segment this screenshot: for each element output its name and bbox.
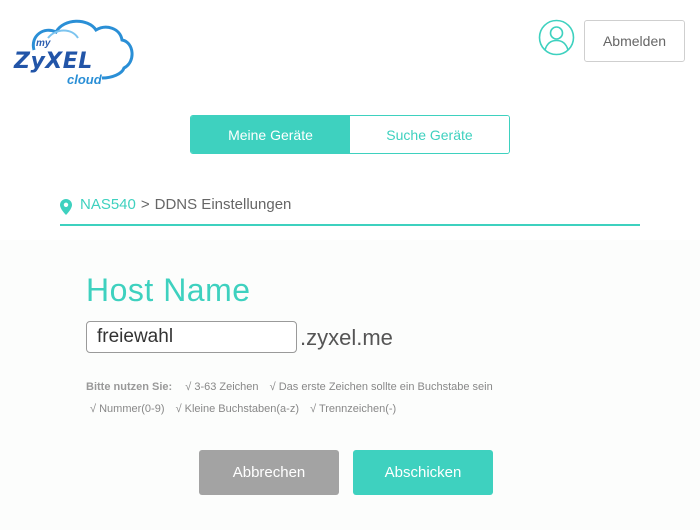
device-tabs: Meine Geräte Suche Geräte bbox=[190, 115, 510, 154]
hint-rule: √ Nummer(0-9) bbox=[90, 403, 165, 415]
tab-my-devices[interactable]: Meine Geräte bbox=[191, 116, 350, 153]
logo-my-text: my bbox=[36, 38, 51, 49]
host-name-input[interactable] bbox=[86, 321, 297, 353]
hint-rule: √ 3-63 Zeichen bbox=[185, 381, 259, 393]
tab-search-devices[interactable]: Suche Geräte bbox=[350, 116, 509, 153]
host-name-title: Host Name bbox=[86, 272, 251, 308]
hint-rule: √ Trennzeichen(-) bbox=[310, 403, 397, 415]
breadcrumb-device-link[interactable]: NAS540 bbox=[80, 196, 136, 213]
hint-rule: √ Das erste Zeichen sollte ein Buchstabe… bbox=[269, 381, 493, 393]
hint-rule: √ Kleine Buchstaben(a-z) bbox=[175, 403, 299, 415]
host-name-hints: Bitte nutzen Sie: √ 3-63 Zeichen √ Das e… bbox=[86, 376, 646, 420]
breadcrumb-separator: > bbox=[140, 196, 150, 213]
breadcrumb-current-page: DDNS Einstellungen bbox=[154, 196, 292, 213]
location-pin-icon bbox=[60, 199, 72, 215]
domain-suffix: .zyxel.me bbox=[300, 325, 393, 350]
logo-brand-text: ZyXEL bbox=[14, 49, 93, 74]
breadcrumb: NAS540 > DDNS Einstellungen bbox=[60, 196, 640, 226]
user-icon[interactable] bbox=[538, 19, 575, 56]
hints-label: Bitte nutzen Sie: bbox=[86, 381, 173, 393]
logo-cloud-text: cloud bbox=[67, 72, 102, 87]
logout-button[interactable]: Abmelden bbox=[584, 20, 685, 62]
zyxel-cloud-logo[interactable]: my ZyXEL cloud bbox=[12, 16, 136, 87]
cancel-button[interactable]: Abbrechen bbox=[199, 450, 339, 495]
submit-button[interactable]: Abschicken bbox=[353, 450, 493, 495]
